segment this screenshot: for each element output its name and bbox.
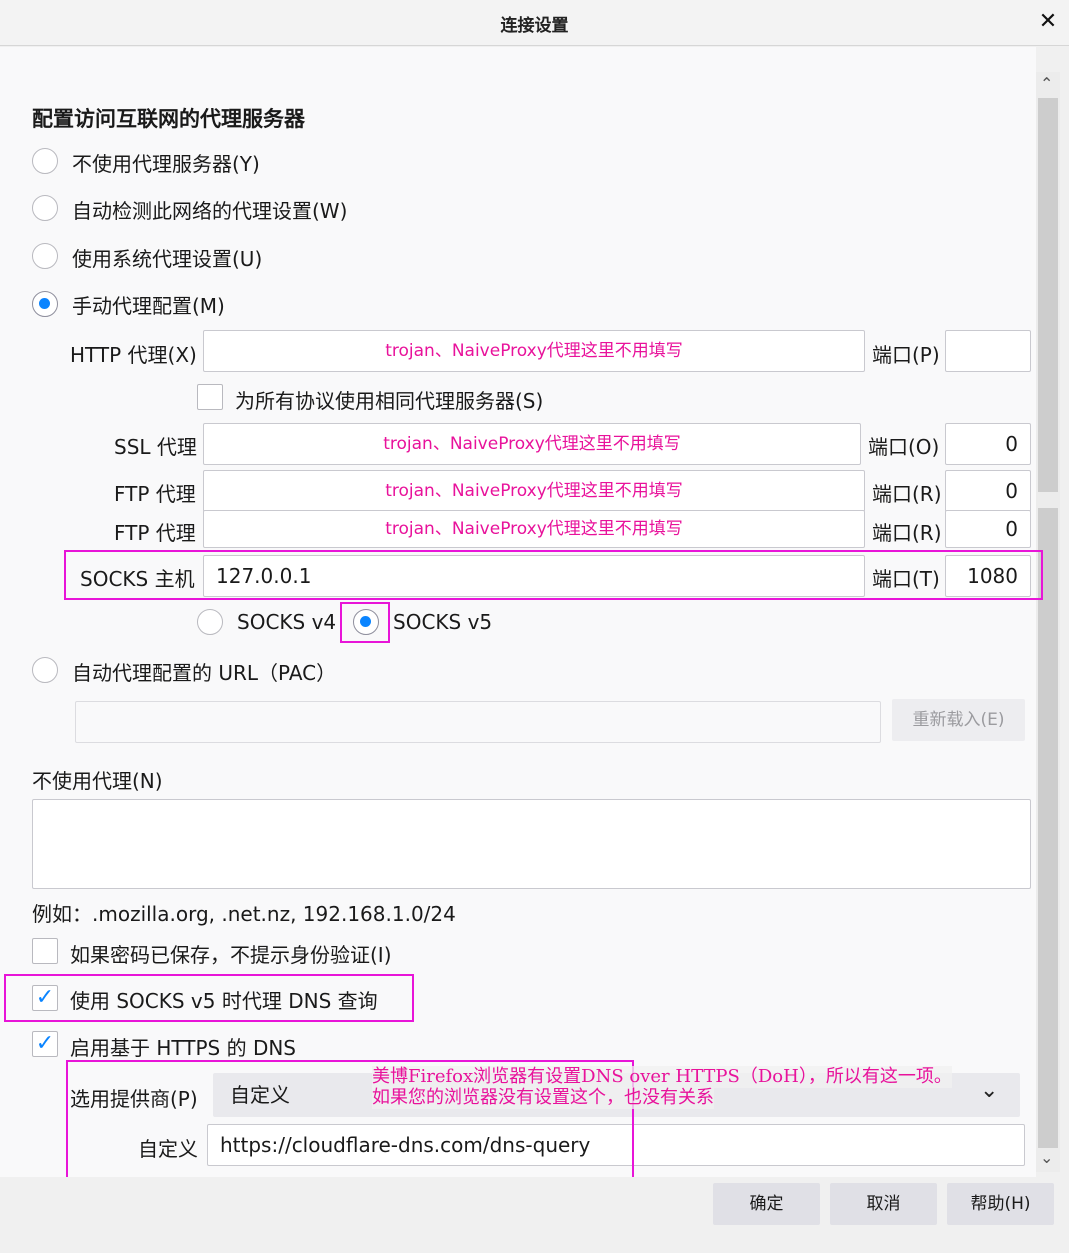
- radio-system-proxy-label[interactable]: 使用系统代理设置(U): [72, 243, 262, 272]
- radio-manual-proxy[interactable]: [32, 291, 58, 317]
- ftp-proxy-input[interactable]: trojan、NaiveProxy代理这里不用填写: [203, 470, 865, 512]
- socks-v4-radio[interactable]: [197, 609, 223, 635]
- http-port-label: 端口(P): [872, 343, 940, 367]
- radio-no-proxy-label[interactable]: 不使用代理服务器(Y): [72, 148, 260, 177]
- radio-system-proxy[interactable]: [32, 243, 58, 269]
- no-proxy-textarea[interactable]: [32, 799, 1031, 889]
- help-button[interactable]: 帮助(H): [947, 1183, 1054, 1225]
- ftp-proxy-label-2: FTP 代理: [114, 521, 196, 545]
- section-heading: 配置访问互联网的代理服务器: [32, 107, 305, 131]
- annotation-line-1: 美博Firefox浏览器有设置DNS over HTTPS（DoH），所以有这一…: [372, 1066, 952, 1088]
- http-proxy-label: HTTP 代理(X): [70, 343, 197, 367]
- socks-port-input[interactable]: 1080: [945, 555, 1031, 597]
- http-port-input[interactable]: [945, 330, 1031, 372]
- ftp-proxy-input-2[interactable]: trojan、NaiveProxy代理这里不用填写: [203, 510, 865, 548]
- socks-v5-radio[interactable]: [353, 609, 379, 635]
- http-proxy-input[interactable]: trojan、NaiveProxy代理这里不用填写: [203, 330, 865, 372]
- doh-label[interactable]: 启用基于 HTTPS 的 DNS: [70, 1032, 296, 1061]
- ftp-port-input[interactable]: 0: [945, 470, 1031, 512]
- pac-url-input[interactable]: [75, 701, 881, 743]
- ftp-port-label-2: 端口(R): [872, 521, 942, 545]
- scroll-down-icon[interactable]: ⌄: [1040, 1150, 1053, 1166]
- ftp-port-input-2[interactable]: 0: [945, 510, 1031, 548]
- ok-button[interactable]: 确定: [713, 1183, 820, 1225]
- window-title: 连接设置: [500, 16, 569, 36]
- ssl-proxy-input[interactable]: trojan、NaiveProxy代理这里不用填写: [203, 423, 861, 465]
- close-icon[interactable]: ✕: [1035, 8, 1061, 36]
- scroll-up-icon[interactable]: ⌃: [1040, 76, 1053, 92]
- scrollbar-gap: [1038, 492, 1058, 508]
- scrollbar-thumb[interactable]: [1038, 98, 1058, 1148]
- pac-label[interactable]: 自动代理配置的 URL（PAC）: [72, 657, 336, 686]
- ssl-proxy-label: SSL 代理: [114, 435, 197, 459]
- radio-manual-proxy-label[interactable]: 手动代理配置(M): [72, 290, 225, 319]
- socks-v5-label[interactable]: SOCKS v5: [393, 610, 492, 634]
- chevron-down-icon[interactable]: ⌄: [980, 1080, 998, 1102]
- reload-button[interactable]: 重新载入(E): [892, 699, 1025, 741]
- no-auth-prompt-label[interactable]: 如果密码已保存，不提示身份验证(I): [70, 939, 392, 968]
- title-bar: 连接设置 ✕: [0, 0, 1069, 46]
- socks-host-input[interactable]: 127.0.0.1: [203, 555, 865, 597]
- socks-host-label: SOCKS 主机: [80, 567, 195, 591]
- socks-dns-label[interactable]: 使用 SOCKS v5 时代理 DNS 查询: [70, 985, 378, 1014]
- no-proxy-label: 不使用代理(N): [32, 769, 163, 793]
- ssl-port-label: 端口(O): [868, 435, 940, 459]
- annotation-line-2: 如果您的浏览器没有设置这个，也没有关系: [372, 1087, 714, 1109]
- radio-auto-detect-label[interactable]: 自动检测此网络的代理设置(W): [72, 195, 347, 224]
- no-auth-prompt-checkbox[interactable]: [32, 938, 58, 964]
- socks-v4-label[interactable]: SOCKS v4: [237, 610, 336, 634]
- radio-pac[interactable]: [32, 657, 58, 683]
- ftp-proxy-label: FTP 代理: [114, 482, 196, 506]
- socks-port-label: 端口(T): [872, 567, 940, 591]
- same-proxy-checkbox[interactable]: [197, 384, 223, 410]
- doh-checkbox[interactable]: ✓: [32, 1031, 58, 1057]
- socks-dns-checkbox[interactable]: ✓: [32, 985, 58, 1011]
- ftp-port-label: 端口(R): [872, 482, 942, 506]
- radio-auto-detect[interactable]: [32, 195, 58, 221]
- cancel-button[interactable]: 取消: [830, 1183, 937, 1225]
- no-proxy-example: 例如：.mozilla.org, .net.nz, 192.168.1.0/24: [32, 902, 456, 926]
- same-proxy-label[interactable]: 为所有协议使用相同代理服务器(S): [235, 385, 543, 414]
- radio-no-proxy[interactable]: [32, 148, 58, 174]
- ssl-port-input[interactable]: 0: [945, 423, 1031, 465]
